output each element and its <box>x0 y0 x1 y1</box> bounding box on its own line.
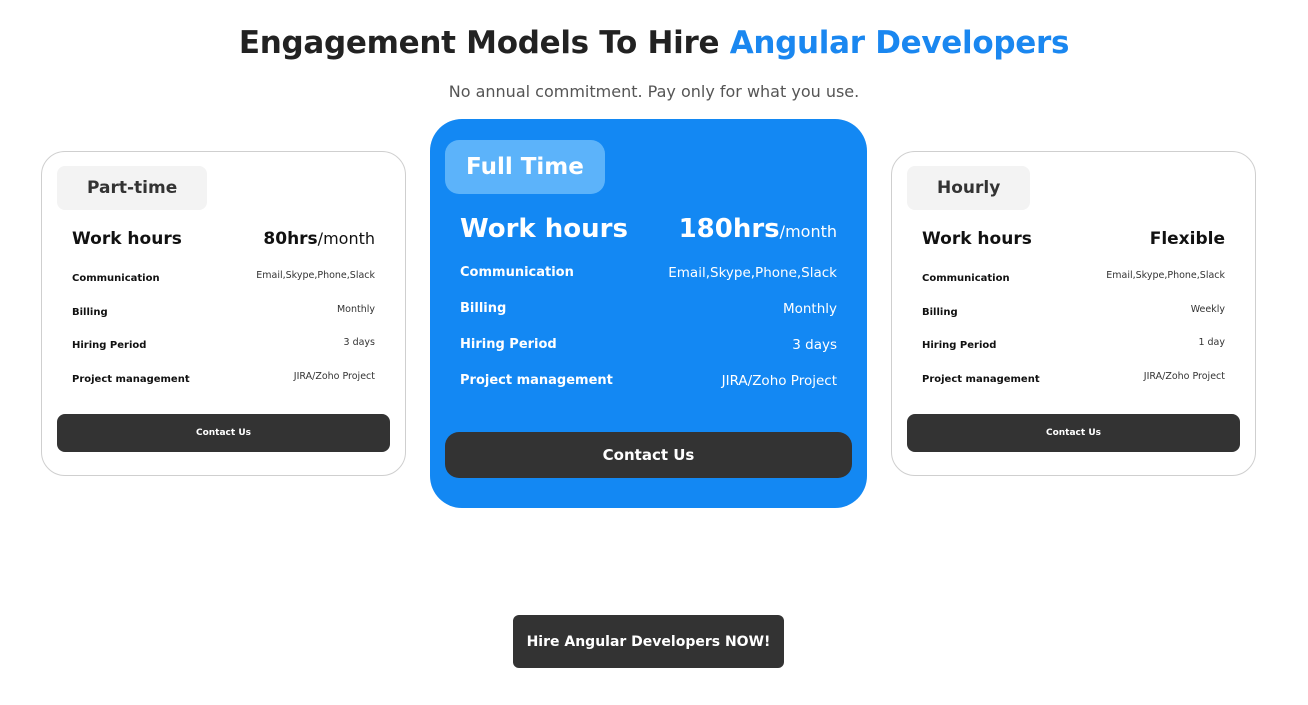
title-accent: Angular Developers <box>729 25 1070 61</box>
work-hours-row: Work hours 80hrs/month <box>72 229 375 249</box>
detail-value: Email,Skype,Phone,Slack <box>1106 270 1225 281</box>
detail-label: Communication <box>72 273 160 284</box>
detail-label: Billing <box>460 301 507 316</box>
detail-row: Communication Email,Skype,Phone,Slack <box>72 270 375 304</box>
plan-card-hourly: Hourly Work hours Flexible Communication… <box>891 151 1256 476</box>
detail-value: JIRA/Zoho Project <box>1143 370 1225 382</box>
detail-row: Communication Email,Skype,Phone,Slack <box>460 265 837 301</box>
detail-value: JIRA/Zoho Project <box>721 373 837 389</box>
work-hours-label: Work hours <box>922 229 1032 249</box>
detail-row: Project management JIRA/Zoho Project <box>460 373 837 409</box>
detail-label: Hiring Period <box>922 340 997 351</box>
work-hours-amount: 80hrs <box>263 229 318 249</box>
work-hours-label: Work hours <box>460 214 628 244</box>
title-main: Engagement Models To Hire <box>238 25 730 61</box>
detail-value: Monthly <box>336 303 375 315</box>
work-hours-amount: 180hrs <box>678 214 780 244</box>
detail-row: Billing Weekly <box>922 304 1225 338</box>
page-subtitle: No annual commitment. Pay only for what … <box>448 82 860 101</box>
detail-value: Email,Skype,Phone,Slack <box>668 265 837 281</box>
detail-row: Project management JIRA/Zoho Project <box>72 371 375 405</box>
detail-value: 3 days <box>343 337 376 348</box>
plan-badge: Hourly <box>907 166 1031 210</box>
detail-value: Weekly <box>1190 303 1225 315</box>
detail-row: Hiring Period 3 days <box>72 337 375 371</box>
detail-value: 1 day <box>1198 337 1225 348</box>
detail-value: 3 days <box>792 337 837 353</box>
plan-card-part-time: Part-time Work hours 80hrs/month Communi… <box>41 151 406 476</box>
plan-badge: Part-time <box>57 166 208 210</box>
plan-badge: Full Time <box>445 140 605 194</box>
contact-us-button[interactable]: Contact Us <box>445 432 852 478</box>
work-hours-unit: /month <box>779 222 837 241</box>
plan-details: Communication Email,Skype,Phone,Slack Bi… <box>922 270 1225 404</box>
detail-value: Email,Skype,Phone,Slack <box>256 270 375 281</box>
detail-label: Hiring Period <box>72 340 147 351</box>
hire-angular-developers-button[interactable]: Hire Angular Developers NOW! <box>513 615 784 668</box>
contact-us-button[interactable]: Contact Us <box>57 414 390 452</box>
detail-label: Project management <box>460 373 613 388</box>
work-hours-value: 80hrs/month <box>263 229 375 249</box>
work-hours-label: Work hours <box>72 229 182 249</box>
plan-details: Communication Email,Skype,Phone,Slack Bi… <box>72 270 375 404</box>
work-hours-unit: /month <box>317 229 375 248</box>
detail-value: Monthly <box>782 301 837 317</box>
plan-details: Communication Email,Skype,Phone,Slack Bi… <box>460 265 837 409</box>
detail-row: Hiring Period 3 days <box>460 337 837 373</box>
work-hours-value: Flexible <box>1150 229 1225 249</box>
detail-row: Project management JIRA/Zoho Project <box>922 371 1225 405</box>
detail-label: Communication <box>922 273 1010 284</box>
detail-label: Project management <box>922 373 1040 385</box>
detail-label: Project management <box>72 373 190 385</box>
work-hours-amount: Flexible <box>1149 229 1225 249</box>
detail-value: JIRA/Zoho Project <box>293 370 375 382</box>
work-hours-value: 180hrs/month <box>679 214 837 244</box>
detail-label: Communication <box>460 265 574 280</box>
work-hours-row: Work hours Flexible <box>922 229 1225 249</box>
detail-label: Billing <box>922 306 958 318</box>
detail-row: Billing Monthly <box>460 301 837 337</box>
plan-card-full-time: Full Time Work hours 180hrs/month Commun… <box>430 119 867 508</box>
detail-label: Billing <box>72 306 108 318</box>
detail-row: Billing Monthly <box>72 304 375 338</box>
detail-row: Communication Email,Skype,Phone,Slack <box>922 270 1225 304</box>
page-title: Engagement Models To Hire Angular Develo… <box>0 25 1308 61</box>
detail-label: Hiring Period <box>460 337 557 352</box>
contact-us-button[interactable]: Contact Us <box>907 414 1240 452</box>
detail-row: Hiring Period 1 day <box>922 337 1225 371</box>
work-hours-row: Work hours 180hrs/month <box>460 214 837 244</box>
